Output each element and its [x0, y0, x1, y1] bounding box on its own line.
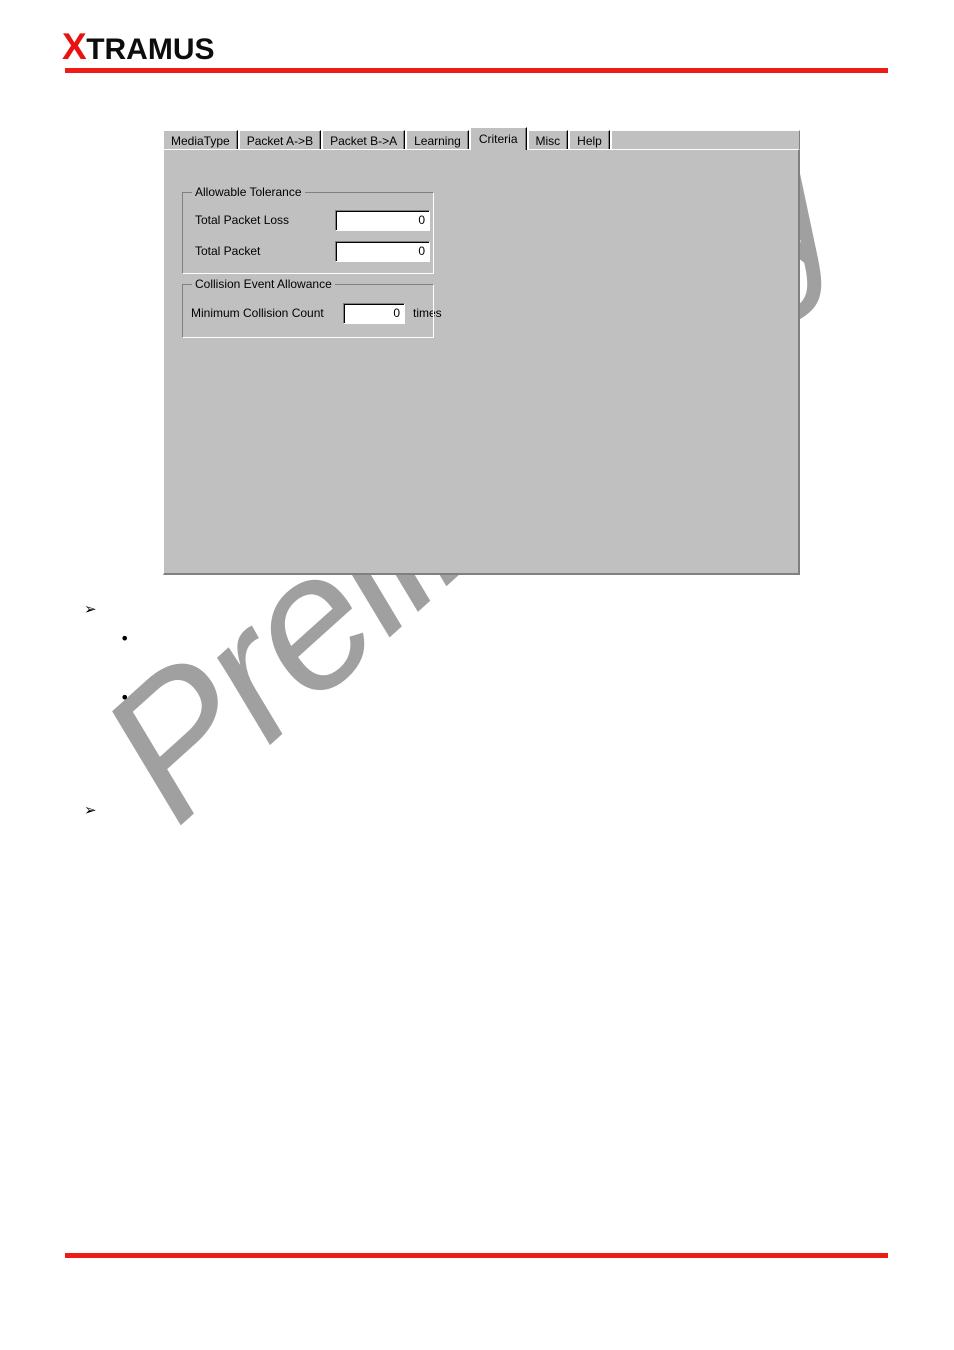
header-divider: [65, 68, 888, 73]
list-arrow-marker: ➢: [84, 801, 97, 819]
tab-help[interactable]: Help: [569, 130, 610, 150]
label-total-packet-loss: Total Packet Loss: [195, 213, 290, 227]
group-allowable-tolerance-title: Allowable Tolerance: [192, 185, 305, 199]
group-allowable-tolerance: Allowable Tolerance Total Packet Loss 0 …: [182, 185, 434, 274]
input-total-packet-loss[interactable]: 0: [335, 210, 430, 231]
tab-criteria[interactable]: Criteria: [469, 127, 527, 150]
logo-letter-x: X: [62, 26, 87, 67]
tab-packet-a-to-b[interactable]: Packet A->B: [238, 130, 322, 150]
xtramus-logo: XTRAMUS: [62, 26, 215, 71]
footer-divider: [65, 1253, 888, 1258]
label-minimum-collision-count: Minimum Collision Count: [191, 306, 324, 320]
list-bullet-marker: •: [120, 629, 130, 648]
list-arrow-marker: ➢: [84, 600, 97, 618]
tab-strip: MediaType Packet A->B Packet B->A Learni…: [163, 127, 800, 150]
logo-wordmark: TRAMUS: [86, 33, 215, 66]
group-collision-event-allowance-title: Collision Event Allowance: [192, 277, 335, 291]
list-bullet-marker: •: [120, 688, 130, 707]
tab-mediatype[interactable]: MediaType: [163, 130, 238, 150]
label-total-packet: Total Packet: [195, 244, 261, 258]
tab-panel-criteria: Allowable Tolerance Total Packet Loss 0 …: [163, 149, 800, 575]
tab-misc[interactable]: Misc: [527, 130, 569, 150]
tab-learning[interactable]: Learning: [406, 130, 469, 150]
tab-packet-b-to-a[interactable]: Packet B->A: [322, 130, 406, 150]
criteria-settings-dialog: MediaType Packet A->B Packet B->A Learni…: [163, 127, 800, 575]
group-collision-event-allowance: Collision Event Allowance Minimum Collis…: [182, 277, 442, 338]
input-total-packet[interactable]: 0: [335, 241, 430, 262]
input-minimum-collision-count[interactable]: 0: [343, 303, 405, 324]
tab-strip-filler: [610, 130, 800, 150]
label-times-unit: times: [413, 306, 442, 320]
